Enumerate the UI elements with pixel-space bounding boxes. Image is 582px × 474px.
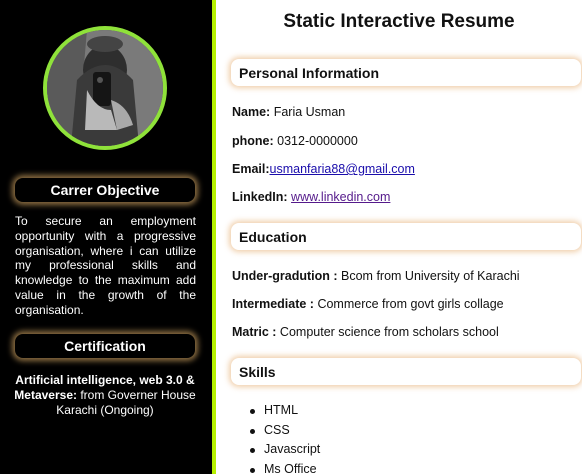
education-item: Under-gradution : Bcom from University o… (232, 269, 520, 283)
sidebar: Carrer Objective To secure an employment… (0, 0, 212, 474)
skill-item: Ms Office (249, 462, 320, 474)
education-item: Intermediate : Commerce from govt girls … (232, 297, 504, 311)
email-field: Email:usmanfaria88@gmail.com (232, 162, 415, 176)
skill-item: CSS (249, 423, 320, 443)
education-item: Matric : Computer science from scholars … (232, 325, 499, 339)
linkedin-field: LinkedIn: www.linkedin.com (232, 190, 391, 204)
profile-photo (47, 30, 163, 146)
certification-detail: from Governer House Karachi (Ongoing) (56, 388, 196, 417)
objective-heading: Carrer Objective (15, 178, 195, 202)
phone-field: phone: 0312-0000000 (232, 134, 358, 148)
certification-text: Artificial intelligence, web 3.0 & Metav… (12, 373, 198, 418)
page-title: Static Interactive Resume (283, 11, 515, 32)
skills-heading: Skills (231, 358, 581, 385)
personal-info-heading: Personal Information (231, 59, 581, 86)
objective-text: To secure an employment opportunity with… (15, 214, 196, 317)
avatar (43, 26, 167, 150)
email-link[interactable]: usmanfaria88@gmail.com (270, 162, 415, 176)
skill-item: HTML (249, 403, 320, 423)
skills-list: HTML CSS Javascript Ms Office (249, 403, 320, 474)
education-heading: Education (231, 223, 581, 250)
name-field: Name: Faria Usman (232, 105, 346, 119)
skill-item: Javascript (249, 442, 320, 462)
certification-heading: Certification (15, 334, 195, 358)
linkedin-link[interactable]: www.linkedin.com (291, 190, 390, 204)
